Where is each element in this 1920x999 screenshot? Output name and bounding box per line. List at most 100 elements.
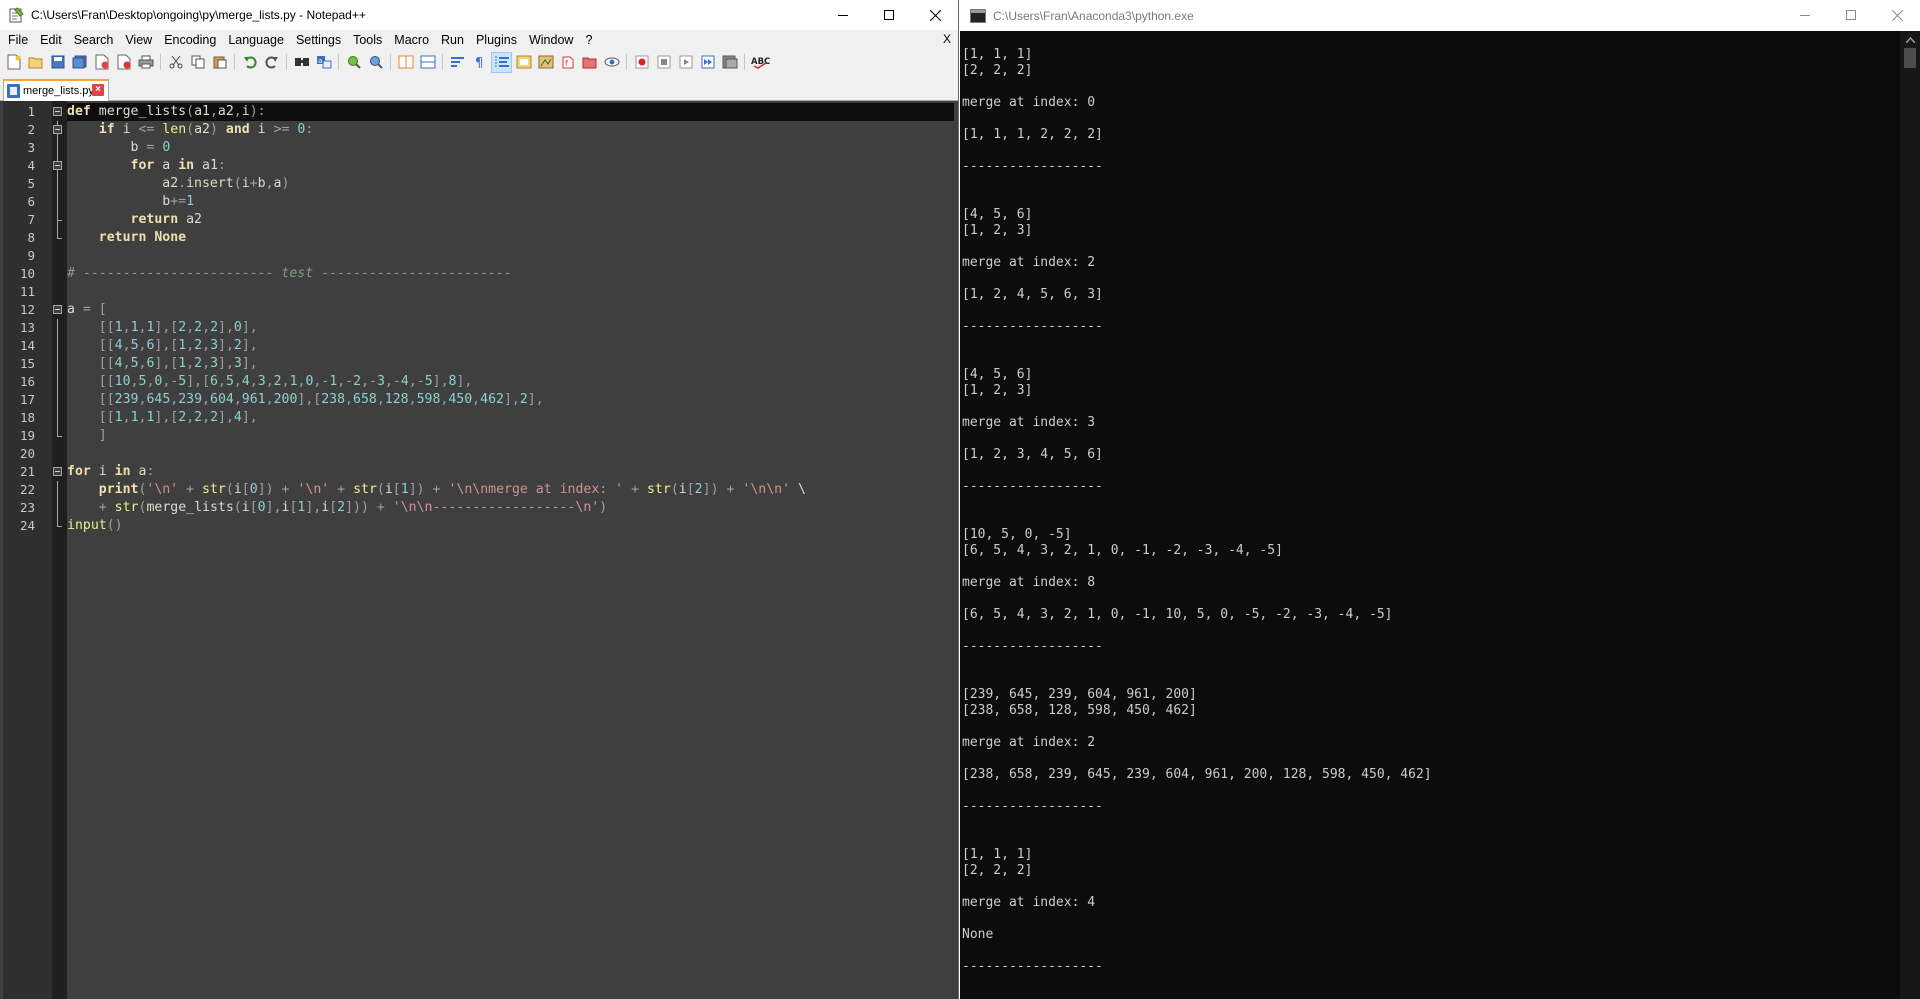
code-line[interactable]: 13 [[1,1,1],[2,2,2],0],: [20, 319, 954, 337]
code-line[interactable]: 20: [20, 445, 954, 463]
console-output[interactable]: [1, 1, 1] [2, 2, 2] merge at index: 0 [1, 1…: [962, 31, 1900, 999]
menu-run[interactable]: Run: [435, 30, 470, 50]
fold-toggle-icon[interactable]: [53, 103, 64, 121]
code-line[interactable]: 1 def merge_lists(a1,a2,i):: [27, 103, 954, 121]
sync-vertical-icon[interactable]: [396, 53, 415, 72]
tab-merge-lists[interactable]: merge_lists.py ×: [3, 79, 109, 101]
menu-macro[interactable]: Macro: [388, 30, 435, 50]
spell-check-icon[interactable]: ABC: [750, 53, 772, 72]
console-maximize-button[interactable]: [1828, 0, 1874, 30]
code-line[interactable]: 10 # ------------------------ test ------…: [20, 265, 954, 283]
code-text: print('\n' + str(i[0]) + '\n' + str(i[1]…: [98, 482, 806, 497]
save-icon[interactable]: [48, 53, 67, 72]
find-icon[interactable]: [292, 53, 311, 72]
fold-toggle-icon[interactable]: [53, 121, 64, 139]
close-button[interactable]: [912, 0, 958, 30]
code-line[interactable]: 6 b+=1: [27, 193, 954, 211]
code-area[interactable]: 1 def merge_lists(a1,a2,i): 2 if i <= len(…: [20, 103, 954, 535]
menu-settings[interactable]: Settings: [290, 30, 347, 50]
folder-as-workspace-icon[interactable]: [580, 53, 599, 72]
close-all-icon[interactable]: [114, 53, 133, 72]
record-macro-icon[interactable]: [632, 53, 651, 72]
menu-window[interactable]: Window: [523, 30, 579, 50]
code-line[interactable]: 12 a = [: [20, 301, 954, 319]
cut-icon[interactable]: [166, 53, 185, 72]
run-macro-multiple-icon[interactable]: [698, 53, 717, 72]
code-line[interactable]: 18 [[1,1,1],[2,2,2],4],: [20, 409, 954, 427]
code-line[interactable]: 14 [[4,5,6],[1,2,3],2],: [20, 337, 954, 355]
svg-text:f: f: [565, 59, 568, 68]
playback-macro-icon[interactable]: [676, 53, 695, 72]
word-wrap-icon[interactable]: [448, 53, 467, 72]
notepadpp-app-icon: [8, 7, 24, 23]
indent-guide-icon[interactable]: [491, 51, 512, 73]
print-icon[interactable]: [136, 53, 155, 72]
menu-language[interactable]: Language: [222, 30, 290, 50]
code-line[interactable]: 22 print('\n' + str(i[0]) + '\n' + str(i…: [20, 481, 954, 499]
document-map-icon[interactable]: [536, 53, 555, 72]
menu-view[interactable]: View: [119, 30, 158, 50]
fold-toggle-icon[interactable]: [53, 157, 64, 175]
code-line[interactable]: 7 return a2: [27, 211, 954, 229]
redo-icon[interactable]: [262, 53, 281, 72]
code-text: # ------------------------ test --------…: [67, 266, 512, 281]
code-line[interactable]: 24 input(): [20, 517, 954, 535]
code-line[interactable]: 15 [[4,5,6],[1,2,3],3],: [20, 355, 954, 373]
stop-recording-icon[interactable]: [654, 53, 673, 72]
maximize-button[interactable]: [866, 0, 912, 30]
code-line[interactable]: 19 ]: [20, 427, 954, 445]
code-line[interactable]: 11: [20, 283, 954, 301]
code-text: b = 0: [67, 140, 171, 155]
toolbar-separator: [234, 54, 235, 70]
menu-edit[interactable]: Edit: [34, 30, 68, 50]
console-scrollbar[interactable]: [1900, 31, 1920, 999]
fold-toggle-icon[interactable]: [53, 463, 64, 481]
code-text: for a in a1:: [130, 158, 226, 173]
copy-icon[interactable]: [188, 53, 207, 72]
code-line[interactable]: 21 for i in a:: [20, 463, 954, 481]
code-line[interactable]: 3 b = 0: [27, 139, 954, 157]
close-file-icon[interactable]: [92, 53, 111, 72]
code-line[interactable]: 5 a2.insert(i+b,a): [27, 175, 954, 193]
tab-close-icon[interactable]: ×: [92, 84, 104, 96]
replace-icon[interactable]: a: [314, 53, 333, 72]
menu-plugins[interactable]: Plugins: [470, 30, 523, 50]
menu-help[interactable]: ?: [579, 30, 598, 50]
open-file-icon[interactable]: [26, 53, 45, 72]
code-line[interactable]: 9: [27, 247, 954, 265]
code-line[interactable]: 4 for a in a1:: [27, 157, 954, 175]
code-editor[interactable]: 1 def merge_lists(a1,a2,i): 2 if i <= len(…: [0, 101, 958, 999]
code-line[interactable]: 16 [[10,5,0,-5],[6,5,4,3,2,1,0,-1,-2,-3,…: [20, 373, 954, 391]
menu-encoding[interactable]: Encoding: [158, 30, 222, 50]
zoom-in-icon[interactable]: [344, 53, 363, 72]
sync-horizontal-icon[interactable]: [418, 53, 437, 72]
fold-toggle-icon[interactable]: [53, 301, 64, 319]
save-macro-icon[interactable]: [720, 53, 739, 72]
line-number: 1: [27, 104, 35, 119]
paste-icon[interactable]: [210, 53, 229, 72]
zoom-out-icon[interactable]: [366, 53, 385, 72]
save-all-icon[interactable]: [70, 53, 89, 72]
minimize-button[interactable]: [820, 0, 866, 30]
close-document-button[interactable]: X: [943, 32, 951, 46]
console-close-button[interactable]: [1874, 0, 1920, 30]
code-line[interactable]: 8 return None: [27, 229, 954, 247]
undo-icon[interactable]: [240, 53, 259, 72]
scroll-up-arrow-icon[interactable]: [1900, 31, 1920, 48]
code-line[interactable]: 2 if i <= len(a2) and i >= 0:: [27, 121, 954, 139]
code-line[interactable]: 23 + str(merge_lists(i[0],i[1],i[2])) + …: [20, 499, 954, 517]
menu-search[interactable]: Search: [68, 30, 120, 50]
monitoring-icon[interactable]: [602, 53, 621, 72]
show-all-chars-icon[interactable]: ¶: [470, 53, 489, 72]
menu-tools[interactable]: Tools: [347, 30, 388, 50]
user-language-icon[interactable]: [514, 53, 533, 72]
new-file-icon[interactable]: [4, 53, 23, 72]
menu-file[interactable]: File: [2, 30, 34, 50]
code-line[interactable]: 17 [[239,645,239,604,961,200],[238,658,1…: [20, 391, 954, 409]
console-line: [1, 2, 4, 5, 6, 3]: [962, 287, 1103, 302]
console-minimize-button[interactable]: [1782, 0, 1828, 30]
function-list-icon[interactable]: f: [558, 53, 577, 72]
scroll-thumb[interactable]: [1904, 48, 1916, 68]
